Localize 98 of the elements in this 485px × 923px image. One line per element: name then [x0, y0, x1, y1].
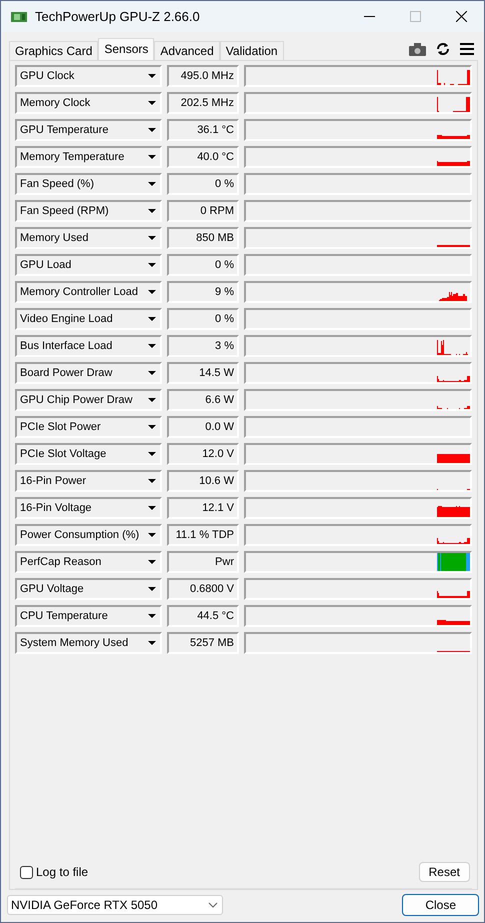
- reset-button[interactable]: Reset: [418, 862, 470, 882]
- sensor-dropdown[interactable]: GPU Clock: [15, 65, 162, 87]
- sensor-dropdown[interactable]: PerfCap Reason: [15, 551, 162, 573]
- dropdown-arrow-icon: [148, 344, 156, 348]
- sensor-dropdown[interactable]: GPU Load: [15, 254, 162, 276]
- dropdown-arrow-icon: [148, 641, 156, 645]
- sensor-value: 0 RPM: [167, 200, 239, 222]
- dropdown-arrow-icon: [148, 425, 156, 429]
- sparkline: [437, 97, 470, 112]
- sparkline: [437, 506, 470, 517]
- sparkline: [437, 340, 470, 355]
- sparkline: [437, 553, 470, 571]
- sensor-value: 44.5 °C: [167, 605, 239, 627]
- sensor-value: 850 MB: [167, 227, 239, 249]
- sensor-value: 12.0 V: [167, 443, 239, 465]
- camera-icon[interactable]: [409, 42, 426, 56]
- sensor-dropdown[interactable]: Fan Speed (%): [15, 173, 162, 195]
- sensor-dropdown[interactable]: GPU Chip Power Draw: [15, 389, 162, 411]
- sparkline: [437, 454, 470, 463]
- sensor-value: 12.1 V: [167, 497, 239, 519]
- tab[interactable]: Validation: [220, 41, 284, 60]
- dropdown-arrow-icon: [148, 128, 156, 132]
- dropdown-arrow-icon: [148, 263, 156, 267]
- sensor-value: 5257 MB: [167, 632, 239, 654]
- dropdown-arrow-icon: [148, 587, 156, 591]
- sensor-dropdown[interactable]: Memory Controller Load: [15, 281, 162, 303]
- dropdown-arrow-icon: [148, 182, 156, 186]
- sparkline: [437, 651, 470, 652]
- dropdown-arrow-icon: [148, 506, 156, 510]
- sparkline: [437, 161, 470, 166]
- menu-icon[interactable]: [460, 43, 474, 55]
- close-dialog-button[interactable]: Close: [402, 894, 479, 916]
- dropdown-arrow-icon: [148, 452, 156, 456]
- sparkline: [437, 70, 470, 85]
- sensor-dropdown[interactable]: PCIe Slot Power: [15, 416, 162, 438]
- tab[interactable]: Sensors: [98, 38, 154, 60]
- sensor-dropdown[interactable]: Bus Interface Load: [15, 335, 162, 357]
- sparkline: [437, 591, 470, 598]
- dropdown-arrow-icon: [148, 560, 156, 564]
- dropdown-arrow-icon: [148, 479, 156, 483]
- sensor-dropdown[interactable]: PCIe Slot Voltage: [15, 443, 162, 465]
- sparkline: [437, 620, 470, 625]
- maximize-icon: [410, 11, 420, 22]
- sensor-dropdown[interactable]: GPU Voltage: [15, 578, 162, 600]
- sensor-dropdown[interactable]: Board Power Draw: [15, 362, 162, 384]
- refresh-icon[interactable]: [436, 42, 450, 56]
- sensor-value: 202.5 MHz: [167, 92, 239, 114]
- device-select[interactable]: NVIDIA GeForce RTX 5050: [7, 895, 223, 915]
- sensor-value: 0.0 W: [167, 416, 239, 438]
- sensor-value: Pwr: [167, 551, 239, 573]
- dropdown-arrow-icon: [148, 533, 156, 537]
- dropdown-arrow-icon: [148, 209, 156, 213]
- sensor-dropdown[interactable]: Power Consumption (%): [15, 524, 162, 546]
- sensor-value: 0.6800 V: [167, 578, 239, 600]
- sensor-value: 36.1 °C: [167, 119, 239, 141]
- sensor-value: 14.5 W: [167, 362, 239, 384]
- sensor-value: 11.1 % TDP: [167, 524, 239, 546]
- sensor-dropdown[interactable]: Video Engine Load: [15, 308, 162, 330]
- log-to-file-checkbox[interactable]: Log to file: [20, 865, 88, 879]
- sensor-dropdown[interactable]: Memory Temperature: [15, 146, 162, 168]
- sensor-value: 0 %: [167, 308, 239, 330]
- dropdown-arrow-icon: [148, 290, 156, 294]
- sensor-dropdown[interactable]: Memory Used: [15, 227, 162, 249]
- dropdown-arrow-icon: [148, 398, 156, 402]
- sensor-dropdown[interactable]: 16-Pin Power: [15, 470, 162, 492]
- sparkline: [437, 376, 470, 382]
- dropdown-arrow-icon: [148, 614, 156, 618]
- sensor-value: 0 %: [167, 254, 239, 276]
- sensor-value: 40.0 °C: [167, 146, 239, 168]
- tab[interactable]: Advanced: [154, 41, 220, 60]
- sensor-dropdown[interactable]: Memory Clock: [15, 92, 162, 114]
- sparkline: [437, 406, 470, 409]
- graphics-card-icon: [11, 10, 27, 22]
- sensor-value: 9 %: [167, 281, 239, 303]
- dropdown-arrow-icon: [148, 236, 156, 240]
- tab[interactable]: Graphics Card: [9, 41, 98, 60]
- sensor-value: 495.0 MHz: [167, 65, 239, 87]
- sensor-value: 6.6 W: [167, 389, 239, 411]
- sensor-dropdown[interactable]: System Memory Used: [15, 632, 162, 654]
- sparkline: [437, 245, 470, 247]
- sensor-value: 3 %: [167, 335, 239, 357]
- sparkline: [437, 135, 470, 139]
- window-title: TechPowerUp GPU-Z 2.66.0: [35, 9, 201, 24]
- close-icon: [456, 11, 466, 22]
- sparkline: [437, 538, 470, 544]
- dropdown-arrow-icon: [148, 101, 156, 105]
- sensor-dropdown[interactable]: 16-Pin Voltage: [15, 497, 162, 519]
- sensor-value: 0 %: [167, 173, 239, 195]
- sensor-value: 10.6 W: [167, 470, 239, 492]
- sensor-dropdown[interactable]: Fan Speed (RPM): [15, 200, 162, 222]
- sensor-dropdown[interactable]: CPU Temperature: [15, 605, 162, 627]
- dropdown-arrow-icon: [148, 74, 156, 78]
- sensor-dropdown[interactable]: GPU Temperature: [15, 119, 162, 141]
- dropdown-arrow-icon: [148, 371, 156, 375]
- sparkline: [437, 292, 470, 301]
- dropdown-arrow-icon: [148, 155, 156, 159]
- dropdown-arrow-icon: [148, 317, 156, 321]
- chevron-down-icon: [208, 902, 218, 908]
